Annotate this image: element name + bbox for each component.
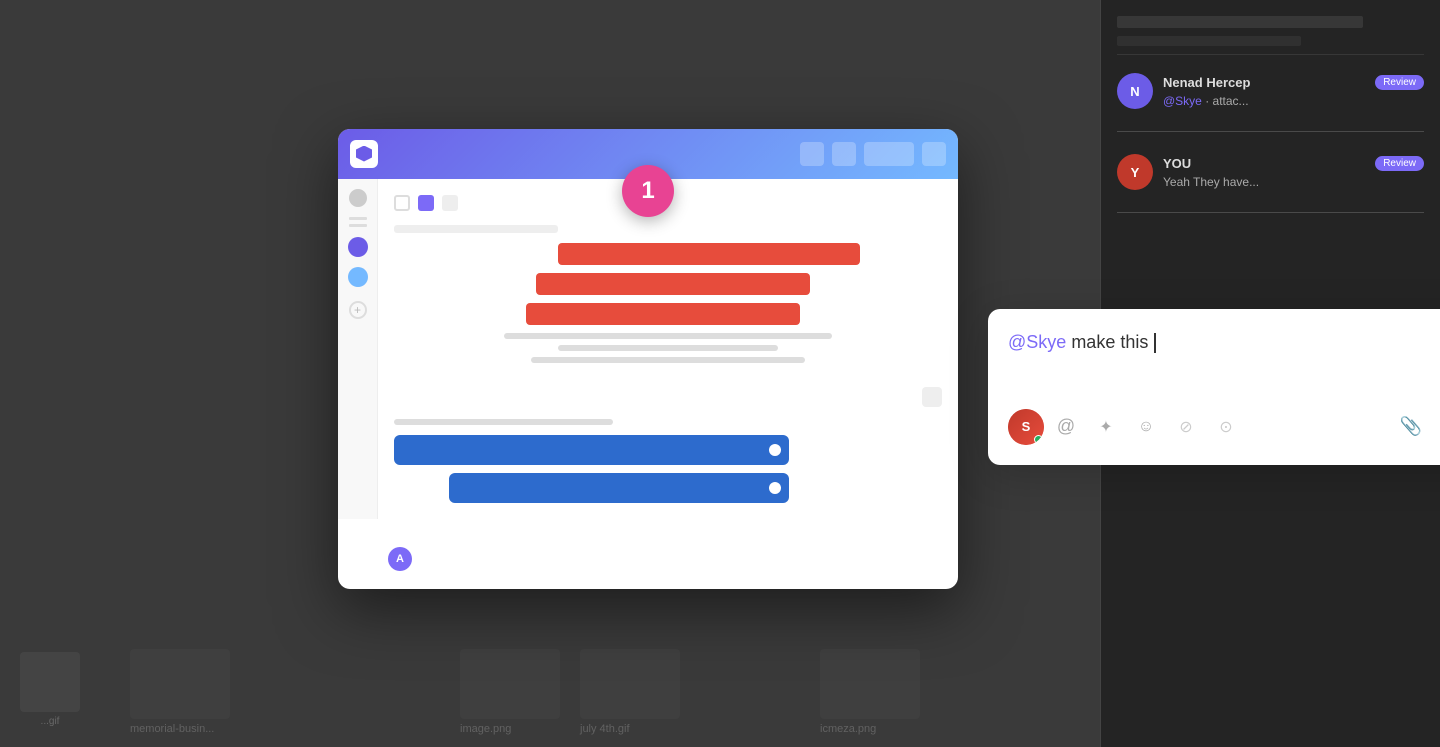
preview-card: +: [338, 129, 958, 589]
gantt-separator: [394, 387, 942, 407]
at-mention-button[interactable]: @: [1048, 409, 1084, 445]
sparkle-icon: ✦: [1099, 417, 1112, 437]
comment-input-area[interactable]: @Skye make this: [1008, 329, 1440, 389]
thin-bar-2: [558, 345, 777, 351]
comment-1-content: Nenad Hercep Review @Skye · attac...: [1163, 75, 1424, 108]
panel-comment-item-2: Y YOU Review Yeah They have...: [1117, 146, 1424, 198]
app-logo: [350, 140, 378, 168]
app-bar-rect-1: [864, 142, 914, 166]
slash-icon: ⊘: [1179, 417, 1192, 437]
red-bar-row-1: [394, 243, 942, 265]
comment-text-content: make this: [1071, 332, 1153, 352]
avatar-you: Y: [1117, 154, 1153, 190]
attach-icon: 📎: [1399, 416, 1421, 437]
comment-2-text: Yeah They have...: [1163, 175, 1424, 189]
inner-toolbar-list: [418, 195, 434, 211]
notification-count: 1: [641, 177, 654, 205]
modal-container: +: [338, 129, 958, 589]
inner-toolbar-grid: [394, 195, 410, 211]
comment-mention: @Skye: [1008, 332, 1066, 352]
sidebar-dot-purple: [348, 237, 368, 257]
inner-app-body: +: [338, 179, 958, 519]
gantt-sep-icon: [922, 387, 942, 407]
comment-2-user: YOU: [1163, 156, 1191, 171]
blue-bar-1: [394, 435, 789, 465]
panel-divider-2: [1117, 212, 1424, 213]
bg-left-items: ...gif: [20, 652, 80, 727]
blue-bar-1-dot: [769, 444, 781, 456]
comment-toolbar: S @ ✦ ☺ ⊘ ⊙: [1008, 409, 1440, 445]
attach-button[interactable]: 📎: [1393, 409, 1429, 445]
at-icon: @: [1057, 416, 1075, 437]
app-bar-icons: [800, 142, 946, 166]
bg-label-july: july 4th.gif: [580, 649, 680, 735]
comment-1-badge: Review: [1375, 75, 1424, 90]
comment-1-body: · attac...: [1205, 94, 1248, 108]
app-bar-icon-grid: [922, 142, 946, 166]
avatar-nenad: N: [1117, 73, 1153, 109]
drive-button[interactable]: [1433, 409, 1440, 445]
gantt-red-section: [394, 225, 942, 363]
comment-2-content: YOU Review Yeah They have...: [1163, 156, 1424, 189]
red-bar-3: [526, 303, 800, 325]
gantt-blue-section: [394, 419, 942, 503]
comment-cursor: [1154, 333, 1156, 353]
gantt-header-bar: [394, 225, 558, 233]
app-bar-icon-bell: [800, 142, 824, 166]
notification-badge[interactable]: 1: [622, 165, 674, 217]
comment-2-badge: Review: [1375, 156, 1424, 171]
panel-top: [1117, 16, 1424, 55]
user-avatar: S: [1008, 409, 1044, 445]
thin-bar-3: [531, 357, 805, 363]
app-logo-icon: [356, 146, 372, 162]
comment-popup[interactable]: @Skye make this S @ ✦: [988, 309, 1440, 465]
emoji-button[interactable]: ☺: [1128, 409, 1164, 445]
sidebar-add-icon: +: [349, 301, 367, 319]
bg-label-icmeza: icmeza.png: [820, 649, 920, 735]
red-bar-1: [558, 243, 859, 265]
comment-1-mention: @Skye: [1163, 94, 1202, 108]
app-bar-icon-search: [832, 142, 856, 166]
slash-button[interactable]: ⊘: [1168, 409, 1204, 445]
red-bar-row-2: [394, 273, 942, 295]
inner-toolbar-add: [442, 195, 458, 211]
comment-1-user: Nenad Hercep: [1163, 75, 1250, 90]
panel-divider-1: [1117, 131, 1424, 132]
red-bar-2: [536, 273, 810, 295]
sparkle-button[interactable]: ✦: [1088, 409, 1124, 445]
blue-bar-2-dot: [769, 482, 781, 494]
inner-sidebar: +: [338, 179, 378, 519]
blue-bar-header: [394, 419, 613, 425]
sidebar-icon-1: [349, 189, 367, 207]
record-button[interactable]: ⊙: [1208, 409, 1244, 445]
bg-label-image: image.png: [460, 649, 560, 735]
blue-bar-2: [449, 473, 789, 503]
inner-content: A: [378, 179, 958, 519]
emoji-icon: ☺: [1138, 418, 1154, 436]
record-icon: ⊙: [1219, 417, 1232, 437]
online-status-dot: [1034, 435, 1043, 444]
thin-bar-1: [504, 333, 833, 339]
sidebar-dot-blue: [348, 267, 368, 287]
sidebar-add-group: [349, 217, 367, 227]
red-bar-row-3: [394, 303, 942, 325]
comment-1-text: @Skye · attac...: [1163, 94, 1424, 108]
bg-label-memorial: memorial-busin...: [130, 649, 230, 735]
panel-comment-item-1: N Nenad Hercep Review @Skye · attac...: [1117, 65, 1424, 117]
